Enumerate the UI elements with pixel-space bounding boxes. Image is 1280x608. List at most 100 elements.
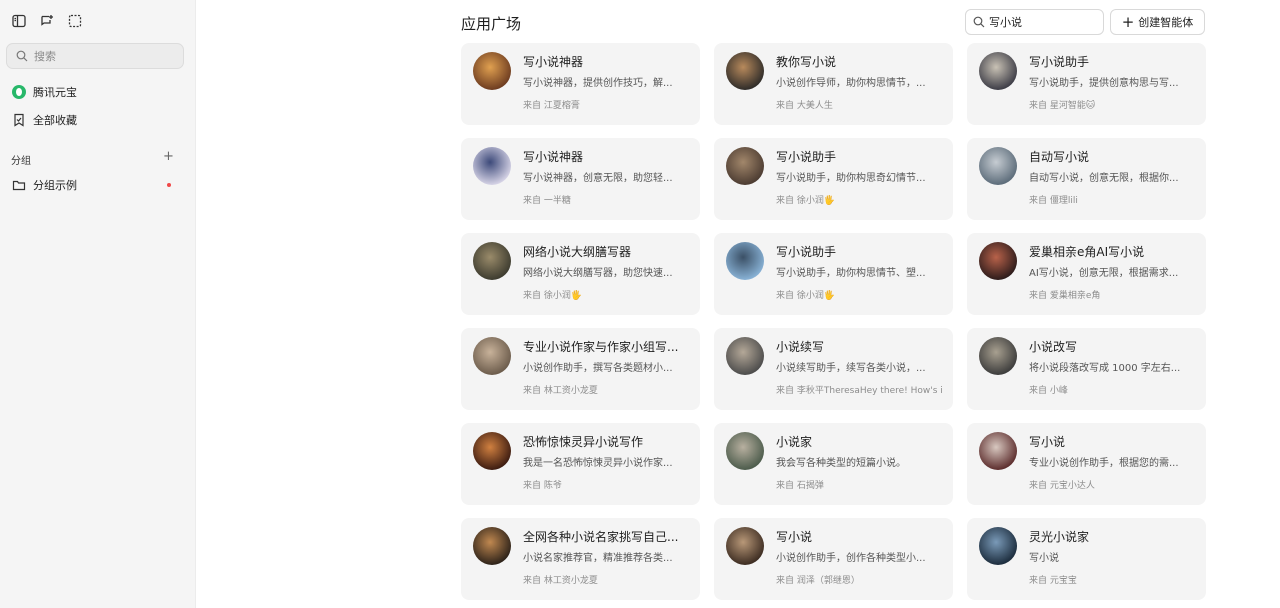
app-card-description: 写小说神器，提供创作技巧，解... xyxy=(523,78,673,89)
app-card-title: 写小说神器 xyxy=(523,55,584,69)
app-avatar xyxy=(726,52,764,90)
app-card-title: 专业小说作家与作家小组写... xyxy=(523,340,679,354)
app-card-title: 自动写小说 xyxy=(1029,150,1090,164)
new-chat-icon[interactable] xyxy=(40,14,54,28)
page-title: 应用广场 xyxy=(461,15,522,33)
app-card[interactable]: 全网各种小说名家挑写自己... 小说名家推荐官，精准推荐各类... 来自 林工资小龙… xyxy=(461,518,700,600)
screenshot-icon[interactable] xyxy=(68,14,82,28)
app-card-grid: 写小说神器 写小说神器，提供创作技巧，解... 来自 江夏榕膏 教你写小说 小说创作导师… xyxy=(461,43,1206,600)
app-card-title: 小说改写 xyxy=(1029,340,1078,354)
app-card-source: 来自 徐小润🖐 xyxy=(776,291,836,301)
app-avatar xyxy=(473,337,511,375)
app-card-source: 来自 大美人生 xyxy=(776,101,833,111)
sidebar-search-input[interactable]: 搜索 xyxy=(6,43,184,69)
app-card[interactable]: 小说家我会写各种类型的短篇小说。 来自 石揭弹 xyxy=(714,423,953,505)
app-card[interactable]: 教你写小说 小说创作导师，助你构思情节，... 来自 大美人生 xyxy=(714,43,953,125)
sidebar-item-yuanbao[interactable]: 腾讯元宝 xyxy=(11,84,181,100)
app-card-description: 自动写小说，创意无限，根据你... xyxy=(1029,173,1179,184)
app-card-description: 小说创作助手，撰写各类题材小... xyxy=(523,363,673,374)
app-card-description: AI写小说，创意无限，根据需求... xyxy=(1029,268,1179,279)
app-avatar xyxy=(473,432,511,470)
app-card-title: 灵光小说家 xyxy=(1029,530,1090,544)
app-card-title: 写小说助手 xyxy=(776,245,837,259)
app-card-source: 来自 李秋平TheresaHey there! How's it xyxy=(776,386,942,396)
app-card-source: 来自 陈爷 xyxy=(523,481,562,491)
app-avatar xyxy=(726,432,764,470)
app-avatar xyxy=(979,432,1017,470)
app-card-description: 写小说助手，提供创意构思与写... xyxy=(1029,78,1179,89)
app-card-source: 来自 元宝小达人 xyxy=(1029,481,1095,491)
app-card[interactable]: 写小说助手写小说助手，助你构思情节、塑... 来自 徐小润🖐 xyxy=(714,233,953,315)
app-avatar xyxy=(473,527,511,565)
app-card[interactable]: 网络小说大纲膳写器 网络小说大纲膳写器，助您快速... 来自 徐小润🖐 xyxy=(461,233,700,315)
app-card-source: 来自 徐小润🖐 xyxy=(523,291,583,301)
app-card-source: 来自 徐小润🖐 xyxy=(776,196,836,206)
app-card-description: 将小说段落改写成 1000 字左右... xyxy=(1029,363,1181,374)
app-card-source: 来自 林工资小龙夏 xyxy=(523,576,598,586)
app-card-description: 网络小说大纲膳写器，助您快速... xyxy=(523,268,673,279)
app-avatar xyxy=(473,242,511,280)
notification-dot xyxy=(167,183,171,187)
app-card[interactable]: 写小说助手写小说助手，助你构思奇幻情节... 来自 徐小润🖐 xyxy=(714,138,953,220)
app-card-source: 来自 元宝宝 xyxy=(1029,576,1077,586)
app-card[interactable]: 写小说小说创作助手，创作各种类型小... 来自 润泽（郭继恩） xyxy=(714,518,953,600)
app-search-box[interactable] xyxy=(965,9,1104,35)
app-card-description: 我会写各种类型的短篇小说。 xyxy=(776,458,906,469)
app-card-title: 全网各种小说名家挑写自己... xyxy=(523,530,679,544)
yuanbao-logo-icon xyxy=(11,85,26,100)
app-avatar xyxy=(473,147,511,185)
plus-icon: + xyxy=(1121,13,1135,31)
app-card-title: 写小说 xyxy=(1029,435,1066,449)
sidebar-item-favorites[interactable]: 全部收藏 xyxy=(11,112,181,128)
app-avatar xyxy=(979,242,1017,280)
app-avatar xyxy=(473,52,511,90)
app-avatar xyxy=(979,337,1017,375)
app-card[interactable]: 爱巢相亲e角AI写小说 AI写小说，创意无限，根据需求... 来自 爱巢相亲e角 xyxy=(967,233,1206,315)
app-card-title: 小说家 xyxy=(776,435,813,449)
app-card-description: 我是一名恐怖惊悚灵异小说作家... xyxy=(523,458,673,469)
app-card-title: 小说续写 xyxy=(776,340,825,354)
bookmark-icon xyxy=(11,113,26,128)
app-card-title: 写小说助手 xyxy=(776,150,837,164)
search-icon xyxy=(16,50,28,62)
app-card-source: 来自 僵理lili xyxy=(1029,196,1078,206)
app-card[interactable]: 恐怖惊悚灵异小说写作 我是一名恐怖惊悚灵异小说作家... 来自 陈爷 xyxy=(461,423,700,505)
add-group-button[interactable]: + xyxy=(163,150,174,164)
app-card-description: 小说名家推荐官，精准推荐各类... xyxy=(523,553,673,564)
app-card[interactable]: 写小说神器写小说神器，提供创作技巧，解... 来自 江夏榕膏 xyxy=(461,43,700,125)
app-card[interactable]: 写小说神器 写小说神器，创意无限，助您轻... 来自 一半糖 xyxy=(461,138,700,220)
sidebar-item-label: 全部收藏 xyxy=(33,114,77,127)
app-card-source: 来自 星河智能🐱 xyxy=(1029,101,1096,111)
app-card-description: 小说创作导师，助你构思情节，... xyxy=(776,78,926,89)
app-card[interactable]: 灵光小说家 写小说 来自 元宝宝 xyxy=(967,518,1206,600)
app-card[interactable]: 小说续写小说续写助手，续写各类小说，... 来自 李秋平TheresaHey th… xyxy=(714,328,953,410)
app-card[interactable]: 写小说 专业小说创作助手，根据您的需... 来自 元宝小达人 xyxy=(967,423,1206,505)
create-agent-button[interactable]: + 创建智能体 xyxy=(1110,9,1205,35)
app-avatar xyxy=(979,527,1017,565)
sidebar-toolbar xyxy=(12,14,82,28)
app-card-description: 小说续写助手，续写各类小说，... xyxy=(776,363,926,374)
app-avatar xyxy=(979,52,1017,90)
app-search-input[interactable] xyxy=(989,15,1099,29)
create-agent-label: 创建智能体 xyxy=(1138,16,1194,29)
sidebar-item-group-example[interactable]: 分组示例 xyxy=(11,177,181,193)
app-avatar xyxy=(726,337,764,375)
app-avatar xyxy=(726,242,764,280)
app-card[interactable]: 写小说助手 写小说助手，提供创意构思与写... 来自 星河智能🐱 xyxy=(967,43,1206,125)
app-card[interactable]: 小说改写将小说段落改写成 1000 字左右... 来自 小峰 xyxy=(967,328,1206,410)
app-card-description: 写小说助手，助你构思情节、塑... xyxy=(776,268,926,279)
sidebar-toggle-icon[interactable] xyxy=(12,14,26,28)
sidebar-search-placeholder: 搜索 xyxy=(34,50,56,63)
app-card-source: 来自 小峰 xyxy=(1029,386,1068,396)
app-card-description: 写小说助手，助你构思奇幻情节... xyxy=(776,173,926,184)
app-card[interactable]: 专业小说作家与作家小组写... 小说创作助手，撰写各类题材小... 来自 林工资小龙… xyxy=(461,328,700,410)
app-card-title: 写小说 xyxy=(776,530,813,544)
app-card-source: 来自 润泽（郭继恩） xyxy=(776,576,860,586)
sidebar-item-label: 腾讯元宝 xyxy=(33,86,77,99)
sidebar: 搜索 腾讯元宝 全部收藏 分组 + 分组示例 xyxy=(0,0,196,608)
app-card-source: 来自 林工资小龙夏 xyxy=(523,386,598,396)
app-card-source: 来自 江夏榕膏 xyxy=(523,101,580,111)
app-card-source: 来自 石揭弹 xyxy=(776,481,824,491)
app-card-description: 小说创作助手，创作各种类型小... xyxy=(776,553,926,564)
app-card[interactable]: 自动写小说自动写小说，创意无限，根据你... 来自 僵理lili xyxy=(967,138,1206,220)
